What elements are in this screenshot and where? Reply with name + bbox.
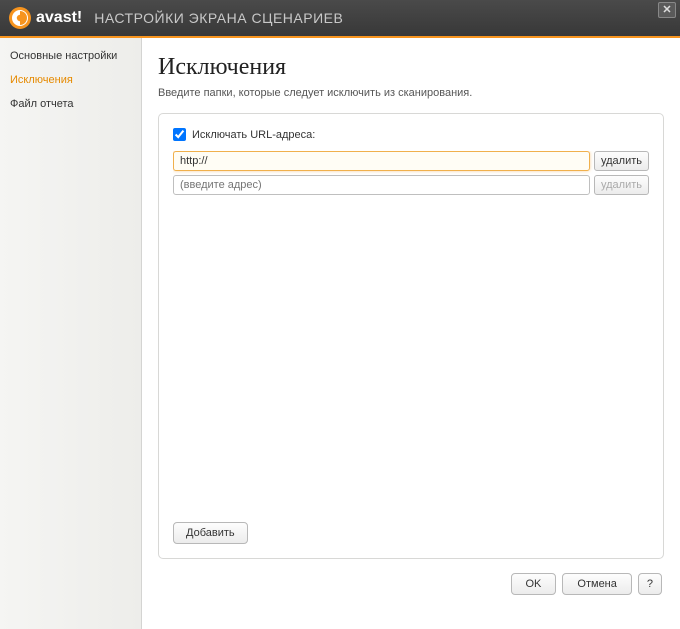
sidebar-item-exclusions[interactable]: Исключения bbox=[0, 68, 141, 92]
titlebar: avast! НАСТРОЙКИ ЭКРАНА СЦЕНАРИЕВ ✕ bbox=[0, 0, 680, 36]
exclude-url-label: Исключать URL-адреса: bbox=[192, 129, 315, 141]
window-title: НАСТРОЙКИ ЭКРАНА СЦЕНАРИЕВ bbox=[94, 10, 343, 26]
url-row: удалить bbox=[173, 151, 649, 171]
help-button[interactable]: ? bbox=[638, 573, 662, 595]
sidebar-item-main-settings[interactable]: Основные настройки bbox=[0, 44, 141, 68]
url-row: удалить bbox=[173, 175, 649, 195]
close-button[interactable]: ✕ bbox=[658, 2, 676, 18]
body: Основные настройки Исключения Файл отчет… bbox=[0, 38, 680, 629]
url-input[interactable] bbox=[173, 175, 590, 195]
delete-button[interactable]: удалить bbox=[594, 175, 649, 195]
main-content: Исключения Введите папки, которые следуе… bbox=[142, 38, 680, 629]
url-list: удалить удалить bbox=[173, 151, 649, 512]
exclusions-panel: Исключать URL-адреса: удалить удалить До… bbox=[158, 113, 664, 559]
page-title: Исключения bbox=[158, 54, 664, 81]
delete-button[interactable]: удалить bbox=[594, 151, 649, 171]
exclude-url-row: Исключать URL-адреса: bbox=[173, 128, 649, 141]
cancel-button[interactable]: Отмена bbox=[562, 573, 631, 595]
url-input[interactable] bbox=[173, 151, 590, 171]
sidebar: Основные настройки Исключения Файл отчет… bbox=[0, 38, 142, 629]
app-name: avast! bbox=[36, 9, 82, 27]
exclude-url-checkbox[interactable] bbox=[173, 128, 186, 141]
dialog-footer: OK Отмена ? bbox=[158, 573, 664, 595]
ok-button[interactable]: OK bbox=[511, 573, 557, 595]
page-subtitle: Введите папки, которые следует исключить… bbox=[158, 87, 664, 99]
add-button[interactable]: Добавить bbox=[173, 522, 248, 544]
sidebar-item-report-file[interactable]: Файл отчета bbox=[0, 92, 141, 116]
avast-logo-icon bbox=[8, 6, 32, 30]
